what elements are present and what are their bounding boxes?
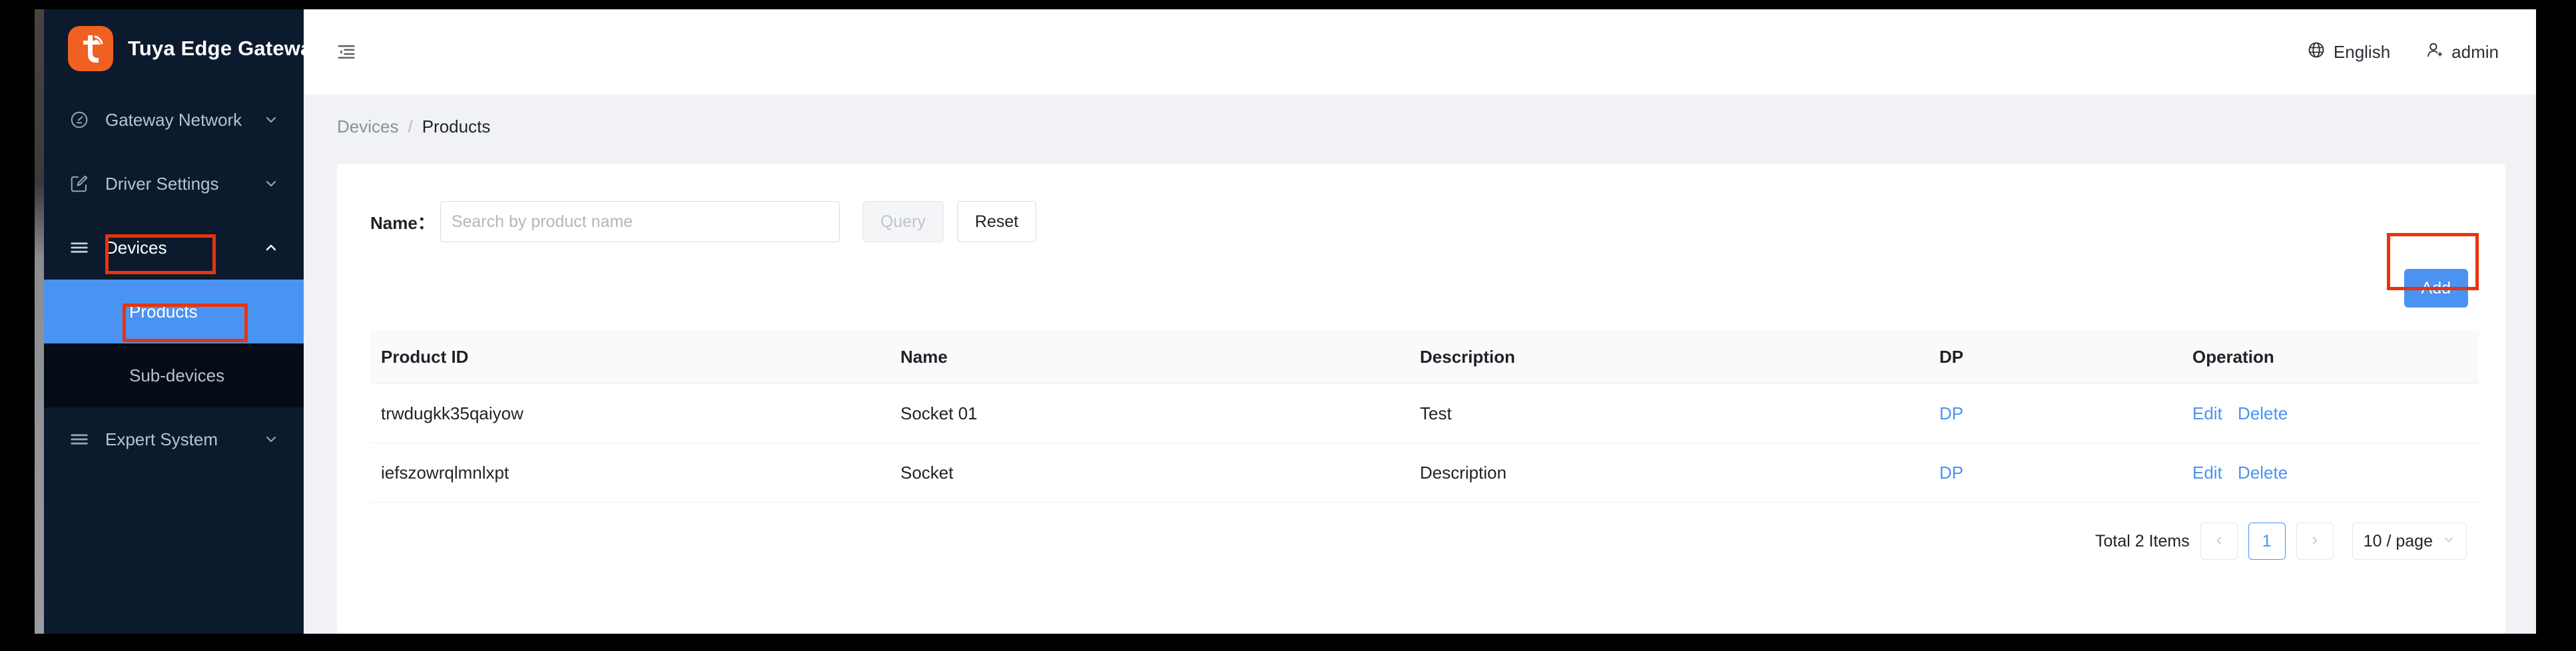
dp-link[interactable]: DP xyxy=(1939,403,1963,423)
pagination-prev-button[interactable] xyxy=(2200,523,2238,560)
dashboard-gauge-icon xyxy=(67,107,92,132)
user-add-icon xyxy=(2425,41,2443,64)
sidebar-subitem-label: Sub-devices xyxy=(129,365,225,385)
cell-dp: DP xyxy=(1929,443,2182,503)
reset-button[interactable]: Reset xyxy=(956,201,1037,242)
chevron-down-icon xyxy=(262,111,280,128)
query-button[interactable]: Query xyxy=(862,201,944,242)
cell-product-id: trwdugkk35qaiyow xyxy=(370,383,890,443)
user-menu[interactable]: admin xyxy=(2425,41,2499,64)
filter-bar: Name： Query Reset xyxy=(337,164,2505,242)
products-table: Product ID Name Description DP Operation… xyxy=(370,330,2479,503)
chevron-right-icon xyxy=(2309,532,2321,551)
menu-lines-icon xyxy=(67,427,92,452)
sidebar-item-products[interactable]: Products xyxy=(44,280,304,343)
cell-product-id: iefszowrqlmnlxpt xyxy=(370,443,890,503)
delete-link[interactable]: Delete xyxy=(2238,463,2288,483)
breadcrumb-parent[interactable]: Devices xyxy=(337,116,398,137)
page-size-label: 10 / page xyxy=(2363,531,2433,550)
sidebar-submenu-devices: Products Sub-devices xyxy=(44,280,304,407)
sidebar: Tuya Edge Gateway Gateway Network Driver… xyxy=(44,9,324,634)
column-header-product-id: Product ID xyxy=(370,330,890,384)
search-input[interactable] xyxy=(440,201,840,242)
cell-dp: DP xyxy=(1929,383,2182,443)
add-button[interactable]: Add xyxy=(2404,269,2468,308)
breadcrumb-current: Products xyxy=(422,116,491,136)
cell-operation: Edit Delete xyxy=(2182,383,2479,443)
chevron-down-icon xyxy=(262,175,280,192)
table-row: iefszowrqlmnlxpt Socket Description DP E… xyxy=(370,443,2479,503)
sidebar-logo[interactable]: Tuya Edge Gateway xyxy=(44,9,324,88)
breadcrumb-separator: / xyxy=(408,116,413,136)
sidebar-item-label: Expert System xyxy=(105,429,218,449)
page-size-select[interactable]: 10 / page xyxy=(2352,523,2467,560)
top-bar: English admin xyxy=(304,9,2536,95)
cell-operation: Edit Delete xyxy=(2182,443,2479,503)
breadcrumb: Devices / Products xyxy=(304,95,2536,158)
table-row: trwdugkk35qaiyow Socket 01 Test DP Edit … xyxy=(370,383,2479,443)
pagination: Total 2 Items 1 10 / page xyxy=(337,503,2505,560)
sidebar-item-label: Gateway Network xyxy=(105,109,242,130)
content-card: Name： Query Reset Add Product ID xyxy=(337,164,2505,634)
language-switcher[interactable]: English xyxy=(2307,41,2390,64)
chevron-down-icon xyxy=(262,431,280,448)
user-label: admin xyxy=(2451,41,2499,62)
dp-link[interactable]: DP xyxy=(1939,463,1963,483)
sidebar-item-label: Driver Settings xyxy=(105,173,219,194)
cell-name: Socket xyxy=(890,443,1409,503)
screenshot-frame: Tuya Edge Gateway Gateway Network Driver… xyxy=(0,0,2576,651)
language-label: English xyxy=(2333,41,2391,62)
sidebar-item-label: Devices xyxy=(105,237,167,258)
sidebar-item-gateway-network[interactable]: Gateway Network xyxy=(44,88,304,152)
sidebar-item-devices[interactable]: Devices xyxy=(44,216,304,280)
column-header-dp: DP xyxy=(1929,330,2182,384)
chevron-up-icon xyxy=(262,239,280,256)
table-header-row: Product ID Name Description DP Operation xyxy=(370,330,2479,384)
top-bar-right: English admin xyxy=(2307,41,2499,64)
menu-lines-icon xyxy=(67,235,92,260)
sidebar-item-driver-settings[interactable]: Driver Settings xyxy=(44,152,304,216)
form-edit-icon xyxy=(67,171,92,196)
cell-description: Test xyxy=(1409,383,1929,443)
menu-fold-icon[interactable] xyxy=(330,36,362,68)
chevron-left-icon xyxy=(2213,532,2225,551)
pagination-page-1[interactable]: 1 xyxy=(2248,523,2286,560)
column-header-name: Name xyxy=(890,330,1409,384)
edit-link[interactable]: Edit xyxy=(2192,463,2222,483)
delete-link[interactable]: Delete xyxy=(2238,403,2288,423)
cell-name: Socket 01 xyxy=(890,383,1409,443)
app-title: Tuya Edge Gateway xyxy=(128,37,324,60)
main-content: English admin Devices / Products Name： S… xyxy=(304,9,2536,634)
tuya-logo-icon xyxy=(68,26,113,71)
window-edge-sliver xyxy=(35,9,44,634)
pagination-total: Total 2 Items xyxy=(2095,531,2190,550)
sidebar-item-sub-devices[interactable]: Sub-devices xyxy=(44,343,304,407)
chevron-down-icon xyxy=(2442,532,2455,551)
browser-viewport: Tuya Edge Gateway Gateway Network Driver… xyxy=(35,9,2536,634)
column-header-description: Description xyxy=(1409,330,1929,384)
sidebar-subitem-label: Products xyxy=(129,301,198,322)
name-filter-label: Name： xyxy=(370,212,435,233)
pagination-next-button[interactable] xyxy=(2296,523,2334,560)
toolbar: Add xyxy=(337,233,2505,308)
column-header-operation: Operation xyxy=(2182,330,2479,384)
cell-description: Description xyxy=(1409,443,1929,503)
edit-link[interactable]: Edit xyxy=(2192,403,2222,423)
sidebar-item-expert-system[interactable]: Expert System xyxy=(44,407,304,471)
globe-icon xyxy=(2307,41,2326,64)
